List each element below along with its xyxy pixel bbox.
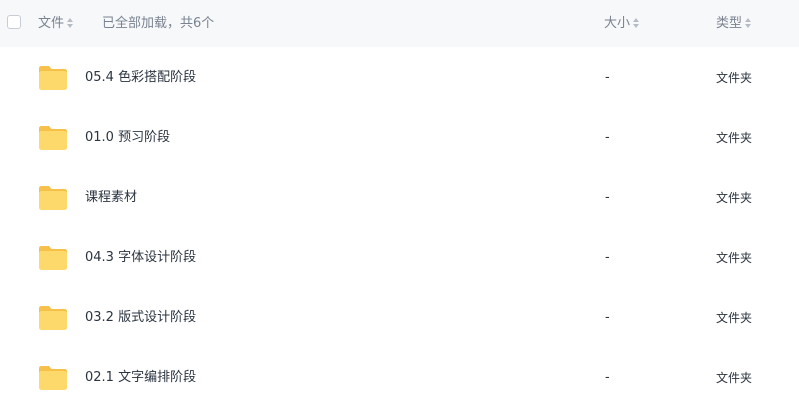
size-column-label: 大小 bbox=[604, 16, 631, 31]
file-size: - bbox=[605, 130, 610, 145]
file-size: - bbox=[605, 370, 610, 385]
file-type: 文件夹 bbox=[716, 71, 753, 85]
file-name[interactable]: 03.2 版式设计阶段 bbox=[85, 288, 196, 348]
sort-icon bbox=[633, 17, 640, 28]
folder-icon bbox=[39, 246, 67, 270]
sort-by-size-button[interactable]: 大小 bbox=[604, 0, 640, 47]
folder-icon bbox=[39, 306, 67, 330]
file-type: 文件夹 bbox=[716, 191, 753, 205]
type-column-label: 类型 bbox=[716, 16, 743, 31]
sort-by-name-button[interactable]: 文件 bbox=[38, 0, 74, 47]
file-type: 文件夹 bbox=[716, 131, 753, 145]
name-column-label: 文件 bbox=[38, 16, 65, 31]
file-row[interactable]: 05.4 色彩搭配阶段 - 文件夹 bbox=[0, 48, 799, 108]
file-size: - bbox=[605, 70, 610, 85]
file-row[interactable]: 01.0 预习阶段 - 文件夹 bbox=[0, 108, 799, 168]
file-size: - bbox=[605, 310, 610, 325]
folder-icon bbox=[39, 366, 67, 390]
folder-icon bbox=[39, 66, 67, 90]
loaded-count-label: 已全部加载，共6个 bbox=[102, 16, 215, 31]
file-row[interactable]: 04.3 字体设计阶段 - 文件夹 bbox=[0, 228, 799, 288]
folder-icon bbox=[39, 126, 67, 150]
file-type: 文件夹 bbox=[716, 371, 753, 385]
file-list-header: 文件 已全部加载，共6个 大小 类型 bbox=[0, 0, 799, 47]
file-type: 文件夹 bbox=[716, 251, 753, 265]
file-row[interactable]: 02.1 文字编排阶段 - 文件夹 bbox=[0, 348, 799, 408]
sort-by-type-button[interactable]: 类型 bbox=[716, 0, 752, 47]
file-row[interactable]: 03.2 版式设计阶段 - 文件夹 bbox=[0, 288, 799, 348]
file-type: 文件夹 bbox=[716, 311, 753, 325]
file-row[interactable]: 课程素材 - 文件夹 bbox=[0, 168, 799, 228]
file-list: 文件 已全部加载，共6个 大小 类型 05.4 色彩搭配阶段 - 文件夹 01.… bbox=[0, 0, 799, 417]
select-all-checkbox[interactable] bbox=[7, 15, 21, 29]
file-name[interactable]: 课程素材 bbox=[85, 168, 137, 228]
sort-icon bbox=[67, 17, 74, 28]
file-size: - bbox=[605, 250, 610, 265]
file-size: - bbox=[605, 190, 610, 205]
file-name[interactable]: 02.1 文字编排阶段 bbox=[85, 348, 196, 408]
file-name[interactable]: 04.3 字体设计阶段 bbox=[85, 228, 196, 288]
file-name[interactable]: 05.4 色彩搭配阶段 bbox=[85, 48, 196, 108]
sort-icon bbox=[745, 17, 752, 28]
folder-icon bbox=[39, 186, 67, 210]
file-name[interactable]: 01.0 预习阶段 bbox=[85, 108, 170, 168]
